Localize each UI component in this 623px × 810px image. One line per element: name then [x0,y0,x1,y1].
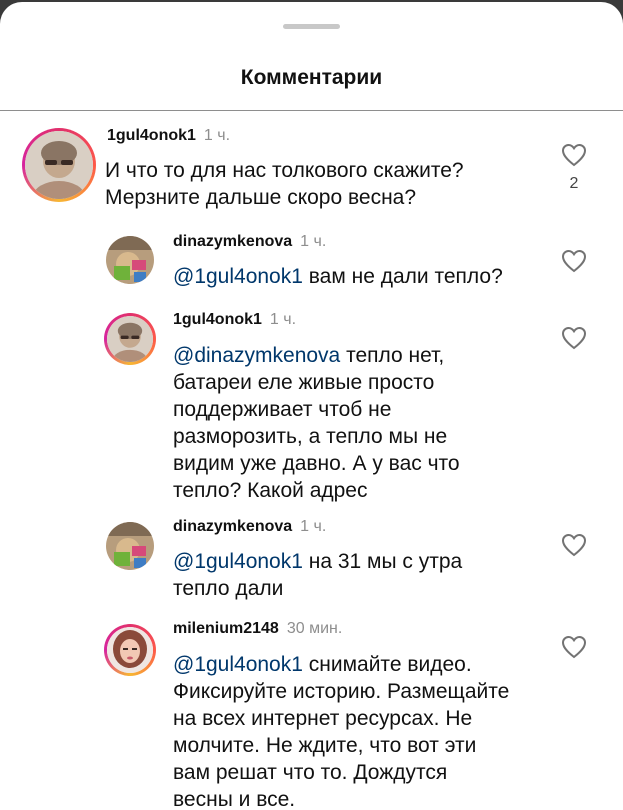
comment-username[interactable]: milenium2148 [173,620,279,637]
comment-username[interactable]: dinazymkenova [173,233,292,250]
heart-outline-icon[interactable] [561,249,587,273]
avatar[interactable] [104,313,156,365]
comment-text: @dinazymkenova тепло нет, батареи еле жи… [173,344,460,502]
comment-time: 30 мин. [286,620,343,637]
avatar-photo-gul [25,131,93,199]
comment-time: 1 ч. [203,127,231,144]
comment-username[interactable]: 1gul4onok1 [107,127,196,144]
comment-text: @1gul4onok1 на 31 мы с утра тепло дали [173,550,463,600]
like-count: 2 [569,175,579,192]
sheet-title: Комментарии [240,66,383,89]
comment-text: @1gul4onok1 снимайте видео. Фиксируйте и… [173,653,510,810]
avatar-photo-dinazym[interactable] [106,522,154,570]
comments-sheet: Комментарии 1gul4onok1 1 ч. И что то для … [0,2,623,810]
comment-time: 1 ч. [300,233,327,250]
mention-link[interactable]: @1gul4onok1 [173,550,303,573]
avatar-photo-gul [107,316,153,362]
header-divider [0,110,623,111]
comment-text: @1gul4onok1 вам не дали тепло? [173,265,503,288]
comment-time: 1 ч. [300,518,327,535]
avatar[interactable] [22,128,96,202]
avatar-photo-milenium [107,627,153,673]
heart-outline-icon[interactable] [561,143,587,167]
mention-link[interactable]: @dinazymkenova [173,344,340,367]
avatar-photo-dinazym[interactable] [106,236,154,284]
mention-link[interactable]: @1gul4onok1 [173,653,303,676]
avatar[interactable] [104,624,156,676]
heart-outline-icon[interactable] [561,533,587,557]
comment-text: И что то для нас толкового скажите? Мерз… [105,159,464,209]
heart-outline-icon[interactable] [561,635,587,659]
heart-outline-icon[interactable] [561,326,587,350]
mention-link[interactable]: @1gul4onok1 [173,265,303,288]
comment-username[interactable]: 1gul4onok1 [173,311,262,328]
drag-handle[interactable] [283,24,340,29]
comment-time: 1 ч. [269,311,297,328]
comment-username[interactable]: dinazymkenova [173,518,292,535]
